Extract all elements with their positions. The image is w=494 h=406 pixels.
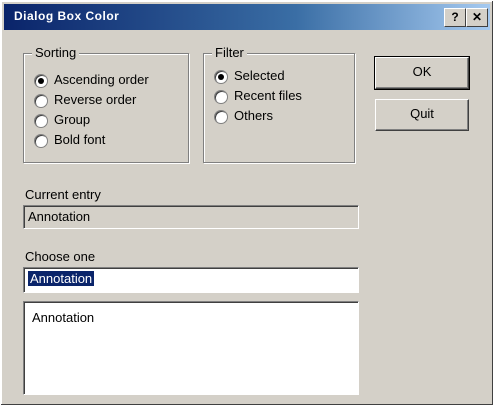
radio-label: Selected	[234, 68, 285, 83]
close-button[interactable]: ✕	[466, 8, 488, 27]
window-title: Dialog Box Color	[14, 9, 120, 23]
radio-label: Group	[54, 112, 91, 127]
title-bar[interactable]: Dialog Box Color ? ✕	[4, 4, 490, 30]
radio-icon[interactable]	[34, 114, 48, 128]
sorting-group-title: Sorting	[32, 45, 80, 60]
radio-icon[interactable]	[214, 110, 228, 124]
quit-button[interactable]: Quit	[375, 99, 469, 131]
choose-input[interactable]: Annotation	[23, 267, 359, 293]
radio-icon[interactable]	[34, 94, 48, 108]
list-item[interactable]: Annotation	[32, 310, 94, 325]
current-entry-value: Annotation	[28, 209, 91, 224]
choice-listbox[interactable]: Annotation	[23, 301, 359, 395]
radio-label: Others	[234, 108, 274, 123]
radio-icon[interactable]	[214, 90, 228, 104]
dialog-window: Dialog Box Color ? ✕ Sorting Ascending o…	[0, 0, 494, 406]
filter-group: Filter Selected Recent files Others	[203, 45, 355, 163]
close-icon: ✕	[471, 10, 483, 24]
help-button[interactable]: ?	[444, 8, 466, 27]
radio-selected-icon[interactable]	[34, 74, 48, 88]
choose-label: Choose one	[25, 249, 96, 264]
current-entry-field: Annotation	[23, 205, 359, 229]
radio-label: Reverse order	[54, 92, 137, 107]
filter-group-title: Filter	[212, 45, 247, 60]
radio-label: Bold font	[54, 132, 106, 147]
radio-selected-icon[interactable]	[214, 70, 228, 84]
question-icon: ?	[451, 10, 459, 24]
choose-input-value: Annotation	[28, 271, 95, 286]
radio-icon[interactable]	[34, 134, 48, 148]
sorting-group: Sorting Ascending order Reverse order Gr…	[23, 45, 189, 163]
radio-label: Recent files	[234, 88, 302, 103]
radio-label: Ascending order	[54, 72, 149, 87]
ok-button[interactable]: OK	[374, 56, 470, 90]
current-entry-label: Current entry	[25, 187, 101, 202]
